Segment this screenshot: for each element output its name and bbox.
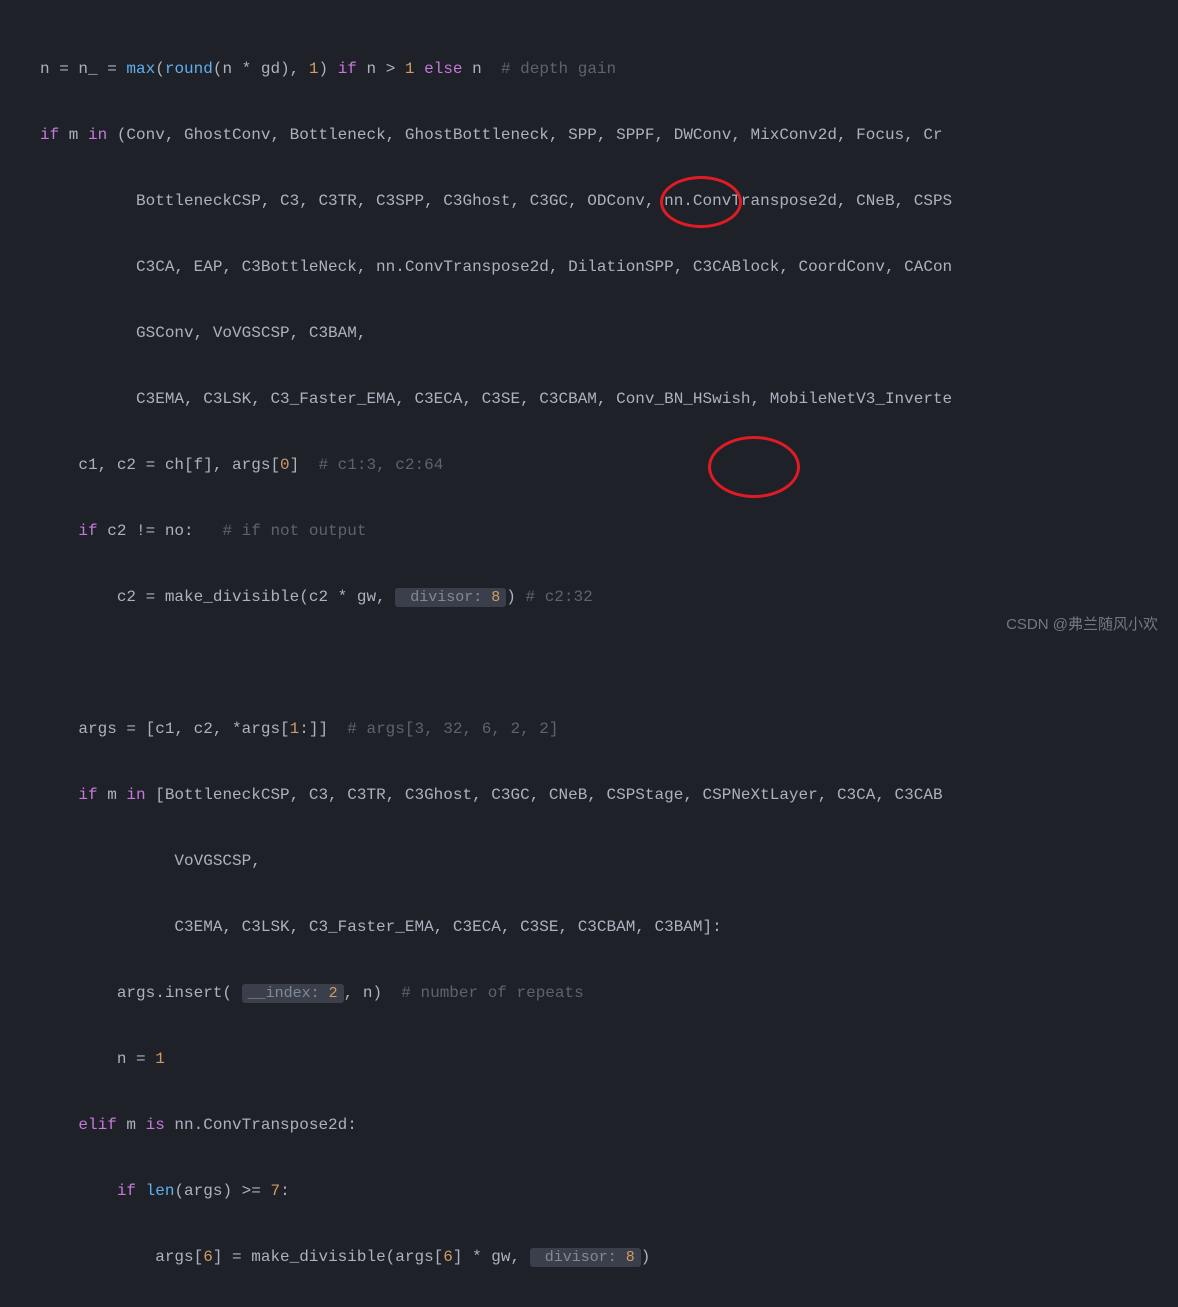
code-line: n = 1: [40, 1043, 1178, 1076]
code-line: args = [c1, c2, *args[1:]] # args[3, 32,…: [40, 713, 1178, 746]
parameter-hint: divisor: 8: [395, 588, 506, 607]
code-line: if c2 != no: # if not output: [40, 515, 1178, 548]
parameter-hint: divisor: 8: [530, 1248, 641, 1267]
code-line: VoVGSCSP,: [40, 845, 1178, 878]
code-line: if m in [BottleneckCSP, C3, C3TR, C3Ghos…: [40, 779, 1178, 812]
code-line: if len(args) >= 7:: [40, 1175, 1178, 1208]
watermark-text: CSDN @弗兰随风小欢: [1006, 608, 1158, 641]
code-line: GSConv, VoVGSCSP, C3BAM,: [40, 317, 1178, 350]
code-line: if m in (Conv, GhostConv, Bottleneck, Gh…: [40, 119, 1178, 152]
code-line: C3EMA, C3LSK, C3_Faster_EMA, C3ECA, C3SE…: [40, 911, 1178, 944]
code-line: n = n_ = max(round(n * gd), 1) if n > 1 …: [40, 53, 1178, 86]
code-line: BottleneckCSP, C3, C3TR, C3SPP, C3Ghost,…: [40, 185, 1178, 218]
code-line: args[6] = make_divisible(args[6] * gw, d…: [40, 1241, 1178, 1274]
code-editor[interactable]: n = n_ = max(round(n * gd), 1) if n > 1 …: [0, 0, 1178, 1307]
code-line: elif m is nn.ConvTranspose2d:: [40, 1109, 1178, 1142]
code-line: C3EMA, C3LSK, C3_Faster_EMA, C3ECA, C3SE…: [40, 383, 1178, 416]
code-line: args.insert( __index: 2, n) # number of …: [40, 977, 1178, 1010]
code-line: [40, 647, 1178, 680]
code-line: c1, c2 = ch[f], args[0] # c1:3, c2:64: [40, 449, 1178, 482]
parameter-hint: __index: 2: [242, 984, 344, 1003]
code-line: C3CA, EAP, C3BottleNeck, nn.ConvTranspos…: [40, 251, 1178, 284]
